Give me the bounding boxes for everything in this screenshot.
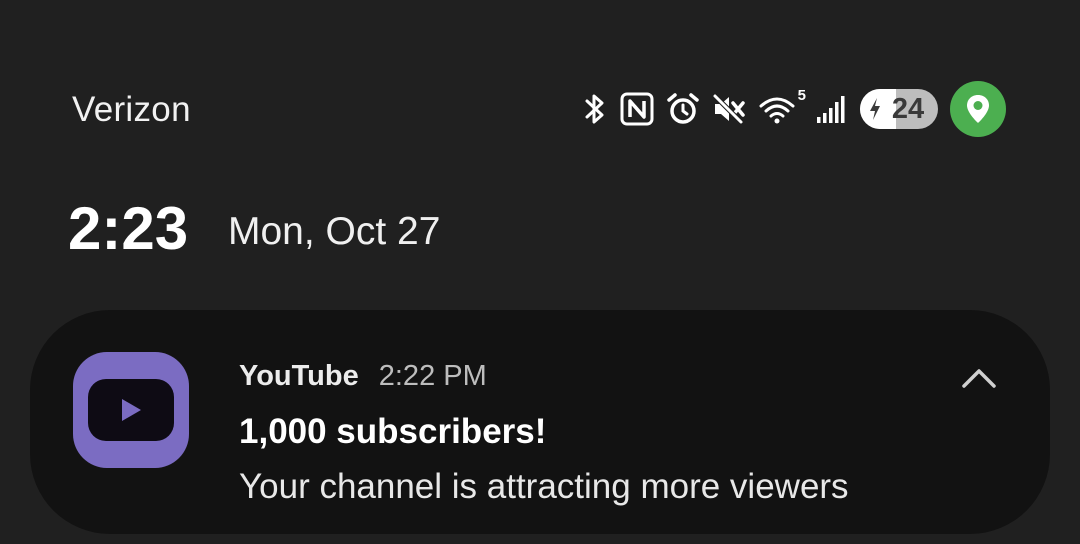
notification-card[interactable]: YouTube 2:22 PM 1,000 subscribers! Your … (30, 310, 1050, 534)
signal-icon (816, 89, 848, 129)
battery-level: 24 (891, 92, 925, 125)
youtube-app-icon (73, 352, 189, 468)
notification-header: YouTube 2:22 PM (239, 360, 487, 393)
notification-title: 1,000 subscribers! (239, 412, 547, 451)
wifi-icon: 5 (758, 87, 806, 129)
chevron-up-icon (962, 369, 996, 388)
status-icons: 5 24 (582, 80, 1006, 138)
collapse-button[interactable] (954, 358, 1004, 398)
bluetooth-icon (582, 89, 608, 129)
charging-bolt-icon (870, 98, 880, 120)
nfc-icon (620, 89, 654, 129)
play-button-shape (88, 379, 174, 441)
alarm-icon (666, 89, 700, 129)
notification-body: Your channel is attracting more viewers (239, 467, 849, 506)
battery-icon: 24 (860, 89, 938, 129)
notification-time: 2:22 PM (378, 360, 487, 392)
lock-screen: Verizon 5 24 2:23 Mon, Oct 27 YouTube 2:… (0, 0, 1080, 544)
notification-app-name: YouTube (239, 360, 359, 392)
location-icon (950, 81, 1006, 137)
wifi-badge: 5 (797, 87, 806, 104)
play-icon (122, 399, 141, 421)
mute-icon (712, 89, 746, 129)
clock-time: 2:23 (68, 195, 189, 262)
clock-date: Mon, Oct 27 (228, 210, 441, 253)
carrier-name: Verizon (72, 90, 191, 129)
